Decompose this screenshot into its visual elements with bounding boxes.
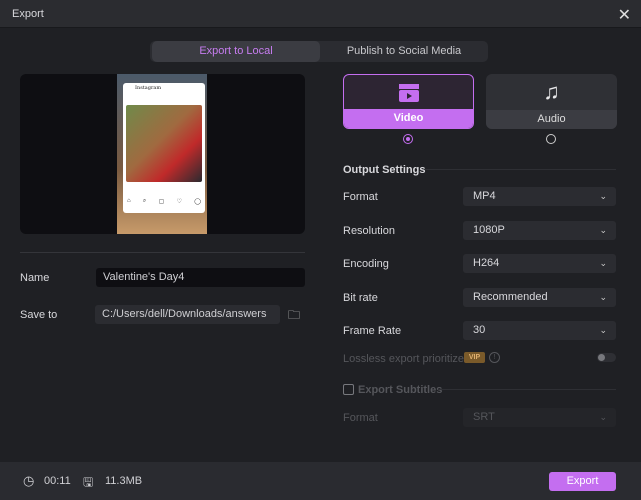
resolution-select[interactable]: 1080P ⌄ xyxy=(463,221,616,240)
vip-badge: VIP xyxy=(464,352,485,363)
video-mode-button[interactable]: Video xyxy=(343,74,474,129)
export-tabs: Export to Local Publish to Social Media xyxy=(150,41,488,62)
chevron-down-icon: ⌄ xyxy=(599,292,607,302)
section-divider xyxy=(438,389,616,390)
bit-rate-label: Bit rate xyxy=(343,292,378,304)
resolution-label: Resolution xyxy=(343,225,395,237)
video-mode-label: Video xyxy=(344,109,473,128)
video-radio[interactable] xyxy=(403,134,413,144)
format-value: MP4 xyxy=(473,190,496,202)
encoding-label: Encoding xyxy=(343,258,389,270)
info-icon[interactable]: ! xyxy=(489,352,500,363)
chevron-down-icon: ⌄ xyxy=(599,258,607,268)
tab-publish-to-social-media[interactable]: Publish to Social Media xyxy=(322,41,486,62)
save-to-label: Save to xyxy=(20,309,58,321)
folder-icon[interactable]: 🗀 xyxy=(288,306,300,327)
output-settings-title: Output Settings xyxy=(343,164,426,176)
preview-nav-icons: ⌂ ⌕ ▢ ♡ ◯ xyxy=(127,198,201,205)
lossless-toggle[interactable] xyxy=(597,353,616,362)
chevron-down-icon: ⌄ xyxy=(599,325,607,335)
close-icon[interactable]: ✕ xyxy=(618,5,631,25)
save-to-path[interactable]: C:/Users/dell/Downloads/answers xyxy=(95,305,280,324)
audio-mode-button[interactable]: ♫ Audio xyxy=(486,74,617,129)
file-size: 11.3MB xyxy=(105,475,143,487)
duration: 00:11 xyxy=(44,475,71,487)
name-input[interactable]: Valentine's Day4 xyxy=(96,268,305,287)
bit-rate-value: Recommended xyxy=(473,291,548,303)
subtitle-format-label: Format xyxy=(343,412,378,424)
lossless-label: Lossless export prioritized xyxy=(343,353,471,365)
format-label: Format xyxy=(343,191,378,203)
title-bar: Export ✕ xyxy=(0,0,641,28)
frame-rate-value: 30 xyxy=(473,324,486,336)
clock-icon: ◷ xyxy=(23,473,35,488)
chevron-down-icon: ⌄ xyxy=(599,191,607,201)
window-title: Export xyxy=(12,8,44,20)
tab-export-to-local[interactable]: Export to Local xyxy=(152,41,320,62)
footer-bar xyxy=(0,462,641,500)
export-subtitles-label: Export Subtitles xyxy=(358,384,443,396)
section-divider xyxy=(424,169,616,170)
export-subtitles-checkbox[interactable] xyxy=(343,384,354,395)
encoding-value: H264 xyxy=(473,257,500,269)
subtitle-format-select[interactable]: SRT ⌄ xyxy=(463,408,616,427)
video-preview: Instagram ⌂ ⌕ ▢ ♡ ◯ xyxy=(20,74,305,234)
subtitle-format-value: SRT xyxy=(473,411,495,423)
frame-rate-select[interactable]: 30 ⌄ xyxy=(463,321,616,340)
preview-app-label: Instagram xyxy=(135,85,162,91)
video-clapper-icon xyxy=(398,84,419,102)
encoding-select[interactable]: H264 ⌄ xyxy=(463,254,616,273)
preview-photo xyxy=(126,105,202,182)
export-button[interactable]: Export xyxy=(549,472,616,491)
bit-rate-select[interactable]: Recommended ⌄ xyxy=(463,288,616,307)
frame-rate-label: Frame Rate xyxy=(343,325,402,337)
divider xyxy=(20,252,305,253)
chevron-down-icon: ⌄ xyxy=(599,412,607,422)
music-note-icon: ♫ xyxy=(543,79,560,104)
audio-radio[interactable] xyxy=(546,134,556,144)
format-select[interactable]: MP4 ⌄ xyxy=(463,187,616,206)
chevron-down-icon: ⌄ xyxy=(599,225,607,235)
name-label: Name xyxy=(20,272,50,284)
resolution-value: 1080P xyxy=(473,224,505,236)
preview-phone-frame: Instagram ⌂ ⌕ ▢ ♡ ◯ xyxy=(123,83,205,213)
file-size-icon: 🖫 xyxy=(83,475,94,489)
audio-mode-label: Audio xyxy=(486,110,617,129)
